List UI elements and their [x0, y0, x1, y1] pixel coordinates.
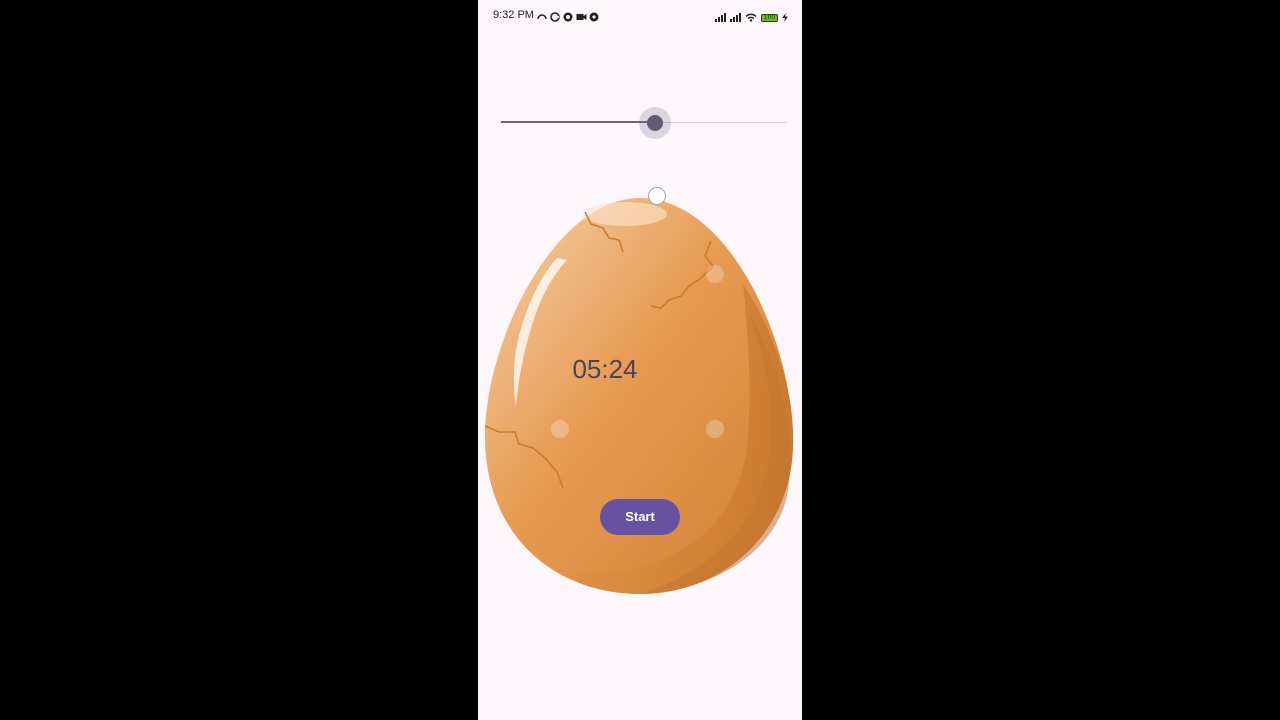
app-icon — [589, 9, 599, 22]
wifi-icon — [745, 9, 757, 27]
charging-icon — [782, 9, 788, 27]
phone-screen: 9:32 PM 100 05:24 Start — [478, 0, 802, 720]
egg-marker-dot[interactable] — [648, 187, 666, 205]
status-bar: 9:32 PM 100 — [478, 0, 802, 30]
countdown-timer: 05:24 — [572, 354, 638, 384]
status-left-icons — [537, 9, 599, 22]
video-icon — [576, 9, 587, 20]
start-button[interactable]: Start — [600, 499, 680, 535]
signal-icon — [715, 9, 726, 27]
signal-icon — [730, 9, 741, 27]
battery-icon: 100 — [761, 14, 778, 22]
slider-thumb[interactable] — [647, 115, 663, 131]
sync-icon — [537, 9, 547, 20]
status-right-icons: 100 — [715, 9, 788, 27]
notification-icon — [563, 9, 573, 22]
circle-c-icon — [550, 9, 560, 22]
egg-image — [485, 196, 795, 596]
slider-track-active — [501, 121, 655, 123]
duration-slider[interactable] — [501, 106, 787, 140]
status-time: 9:32 PM — [493, 9, 534, 21]
cracked-egg-illustration — [485, 198, 794, 594]
